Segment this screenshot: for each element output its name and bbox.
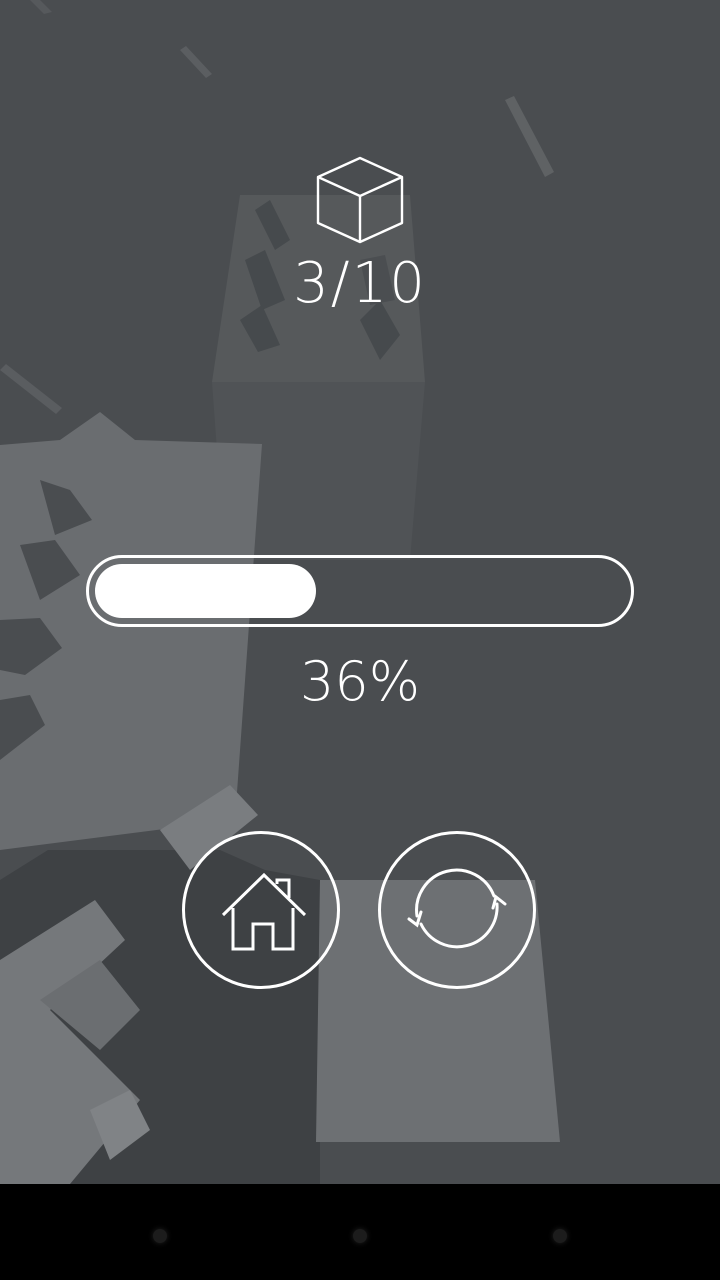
home-button[interactable]: [182, 831, 340, 989]
home-icon: [221, 872, 307, 951]
cube-icon: [316, 155, 404, 245]
level-counter: 3/10: [293, 251, 427, 316]
restart-button[interactable]: [378, 831, 536, 989]
progress-bar: [86, 555, 634, 627]
restart-icon: [407, 868, 507, 949]
nav-recents-button[interactable]: [553, 1229, 567, 1243]
progress-bar-fill: [95, 564, 317, 618]
nav-back-button[interactable]: [153, 1229, 167, 1243]
nav-home-button[interactable]: [353, 1229, 367, 1243]
progress-percent: 36%: [299, 650, 421, 713]
